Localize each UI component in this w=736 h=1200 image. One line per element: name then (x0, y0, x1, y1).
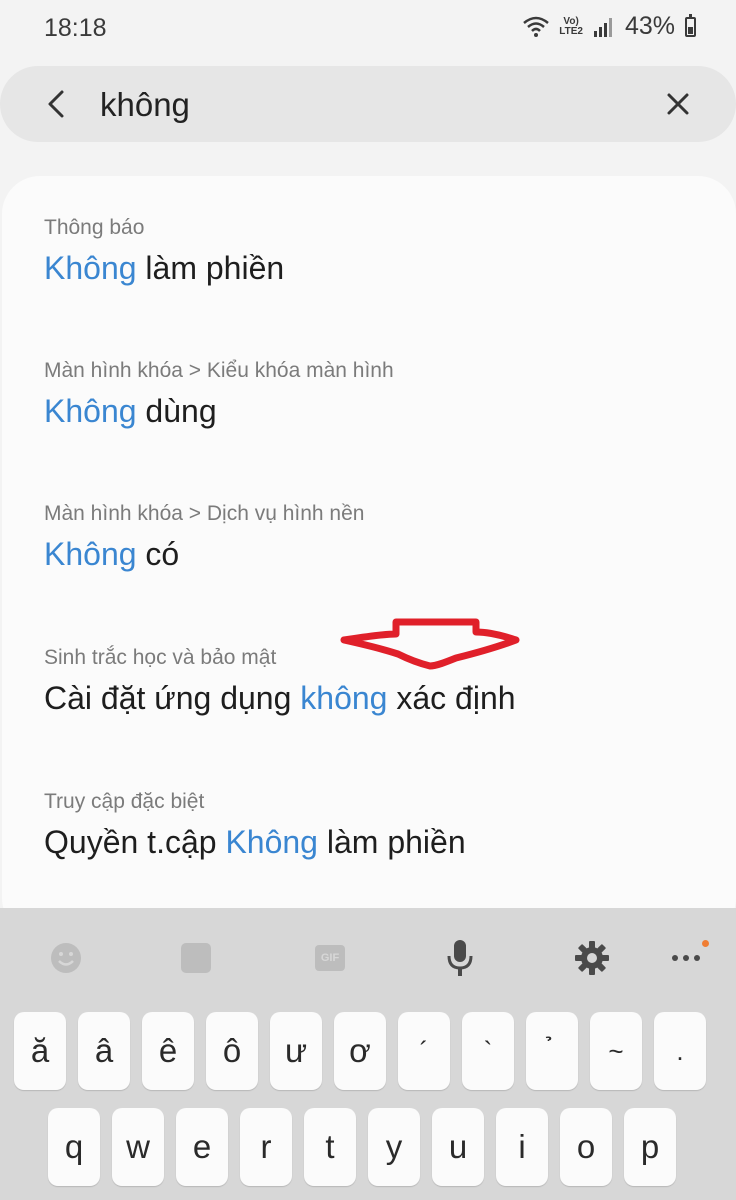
search-bar: không (0, 66, 736, 142)
key-q[interactable]: q (48, 1108, 100, 1186)
red-arrow-annotation-icon (340, 618, 520, 670)
search-results-card: Thông báo Không làm phiền Màn hình khóa … (2, 176, 736, 936)
result-title: Cài đặt ứng dụng không xác định (44, 680, 516, 716)
key-row-qwerty: q w e r t y u i o p (48, 1108, 676, 1186)
key-p[interactable]: p (624, 1108, 676, 1186)
sticker-icon[interactable] (176, 938, 216, 978)
key-tilde-accent[interactable]: ~ (590, 1012, 642, 1090)
result-title: Quyền t.cập Không làm phiền (44, 824, 466, 860)
result-highlight: Không (44, 536, 137, 572)
key-hook-accent[interactable]: ̉ (526, 1012, 578, 1090)
key-u-horn[interactable]: ư (270, 1012, 322, 1090)
volte-indicator: Vo) LTE2 (559, 15, 583, 37)
search-result-item[interactable]: Truy cập đặc biệt Quyền t.cập Không làm … (44, 790, 704, 861)
status-icons: Vo) LTE2 43% (523, 12, 696, 41)
key-e[interactable]: e (176, 1108, 228, 1186)
volte-label: Vo) (563, 15, 579, 27)
key-e-circumflex[interactable]: ê (142, 1012, 194, 1090)
result-highlight: không (300, 680, 388, 716)
key-r[interactable]: r (240, 1108, 292, 1186)
battery-icon (685, 13, 696, 37)
key-o-circumflex[interactable]: ô (206, 1012, 258, 1090)
more-options-icon[interactable] (666, 938, 709, 978)
result-highlight: Không (44, 250, 137, 286)
result-path: Truy cập đặc biệt (44, 790, 205, 813)
search-result-item[interactable]: Màn hình khóa > Kiểu khóa màn hình Không… (44, 359, 704, 430)
key-o[interactable]: o (560, 1108, 612, 1186)
key-row-vietnamese: ă â ê ô ư ơ ´ ` ̉ ~ . (14, 1012, 706, 1090)
key-grave-accent[interactable]: ` (462, 1012, 514, 1090)
status-bar: 18:18 Vo) LTE2 43% (0, 0, 736, 58)
arrow-back-icon[interactable] (40, 86, 76, 122)
close-icon[interactable] (662, 88, 694, 120)
result-path: Thông báo (44, 216, 145, 239)
notification-dot (702, 940, 709, 947)
key-a-circumflex[interactable]: â (78, 1012, 130, 1090)
battery-percent: 43% (624, 12, 675, 40)
result-title: Không có (44, 536, 180, 572)
keyboard-toolbar: GIF (0, 908, 736, 1008)
key-u[interactable]: u (432, 1108, 484, 1186)
search-result-item[interactable]: Thông báo Không làm phiền (44, 216, 704, 287)
result-title: Không dùng (44, 393, 217, 429)
result-highlight: Không (225, 824, 318, 860)
emoji-icon[interactable] (46, 938, 86, 978)
key-o-horn[interactable]: ơ (334, 1012, 386, 1090)
status-time: 18:18 (44, 14, 107, 42)
lte-label: LTE2 (559, 25, 583, 37)
settings-gear-icon[interactable] (572, 938, 612, 978)
result-highlight: Không (44, 393, 137, 429)
microphone-icon[interactable] (440, 938, 480, 978)
keyboard: GIF ă â ê ô ư ơ ´ ` ~ . q w e r t y u i … (0, 908, 736, 1200)
key-i[interactable]: i (496, 1108, 548, 1186)
search-input[interactable]: không (100, 86, 190, 124)
wifi-icon (523, 16, 550, 37)
key-a-breve[interactable]: ă (14, 1012, 66, 1090)
key-w[interactable]: w (112, 1108, 164, 1186)
key-acute-accent[interactable]: ´ (398, 1012, 450, 1090)
key-t[interactable]: t (304, 1108, 356, 1186)
signal-icon (593, 17, 612, 37)
key-dot-below[interactable]: . (654, 1012, 706, 1090)
result-path: Màn hình khóa > Kiểu khóa màn hình (44, 359, 394, 382)
result-path: Màn hình khóa > Dịch vụ hình nền (44, 502, 365, 525)
result-title: Không làm phiền (44, 250, 285, 286)
key-y[interactable]: y (368, 1108, 420, 1186)
search-result-item[interactable]: Màn hình khóa > Dịch vụ hình nền Không c… (44, 502, 704, 573)
gif-icon[interactable]: GIF (310, 938, 350, 978)
